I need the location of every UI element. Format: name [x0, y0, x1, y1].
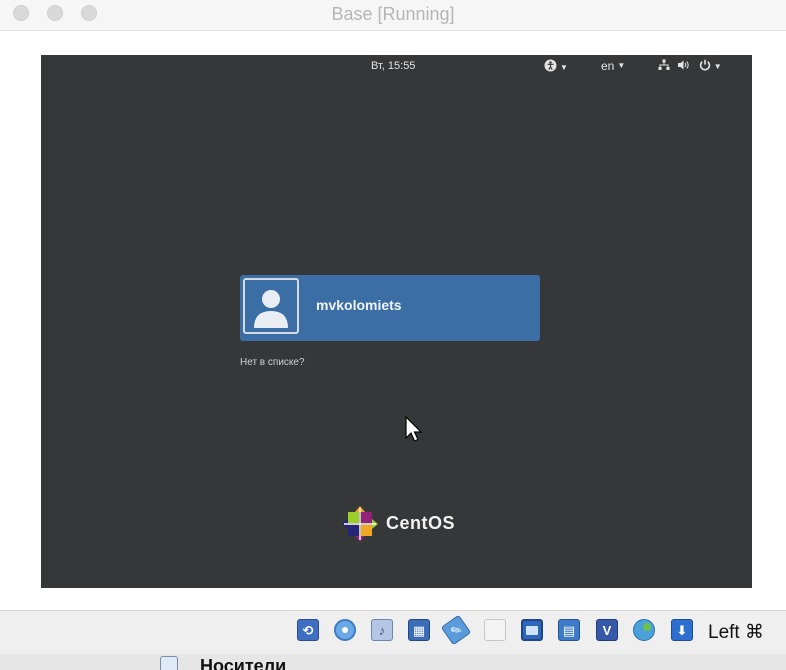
- window-titlebar: Base [Running]: [0, 0, 786, 31]
- audio-icon[interactable]: ♪: [371, 619, 393, 641]
- clock[interactable]: Вт, 15:55: [371, 60, 415, 72]
- storage-icon[interactable]: ⟲: [297, 619, 319, 641]
- chevron-down-icon: ▼: [617, 61, 626, 70]
- vm-status-bar: ⟲ ♪ ▦ ✎ ▤ V ⬇ Left ⌘: [0, 610, 786, 655]
- language-menu[interactable]: en ▼: [601, 59, 625, 73]
- window-title: Base [Running]: [331, 4, 455, 24]
- accessibility-menu[interactable]: ▼: [544, 59, 568, 75]
- accessibility-icon: [544, 59, 557, 72]
- chevron-down-icon: ▼: [560, 63, 568, 72]
- media-icon: [160, 656, 178, 670]
- centos-logo-icon: [342, 506, 378, 542]
- mouse-cursor-icon: [405, 416, 423, 442]
- username-label: mvkolomiets: [316, 297, 402, 313]
- cpu-icon[interactable]: V: [596, 619, 618, 641]
- user-list-item[interactable]: mvkolomiets: [240, 275, 540, 341]
- usb-icon[interactable]: ✎: [440, 614, 472, 646]
- network-icon: [658, 59, 670, 70]
- language-label: en: [601, 59, 615, 73]
- media-section-label: Носители: [200, 656, 287, 670]
- gnome-top-bar: Вт, 15:55 ▼ en ▼ ▼: [41, 55, 752, 79]
- shared-folder-icon[interactable]: [484, 619, 506, 641]
- background-window-strip: Носители: [0, 654, 786, 670]
- host-key-label: Left ⌘: [708, 622, 764, 643]
- recording-icon[interactable]: ▤: [558, 619, 580, 641]
- user-silhouette-icon: [254, 290, 288, 328]
- centos-logo-text: CentOS: [386, 513, 456, 533]
- vm-display[interactable]: Вт, 15:55 ▼ en ▼ ▼ mvkolomiets Нет в спи…: [41, 55, 752, 588]
- user-avatar: [243, 278, 299, 334]
- chevron-down-icon: ▼: [713, 62, 722, 71]
- system-status-menu[interactable]: ▼: [658, 59, 722, 74]
- volume-icon: [678, 60, 689, 70]
- power-icon: [699, 59, 710, 71]
- keyboard-icon[interactable]: ⬇: [671, 619, 693, 641]
- mouse-integration-icon[interactable]: [633, 619, 655, 641]
- optical-disk-icon[interactable]: [334, 619, 356, 641]
- network-icon[interactable]: ▦: [408, 619, 430, 641]
- display-icon[interactable]: [521, 619, 543, 641]
- not-listed-link[interactable]: Нет в списке?: [240, 357, 305, 368]
